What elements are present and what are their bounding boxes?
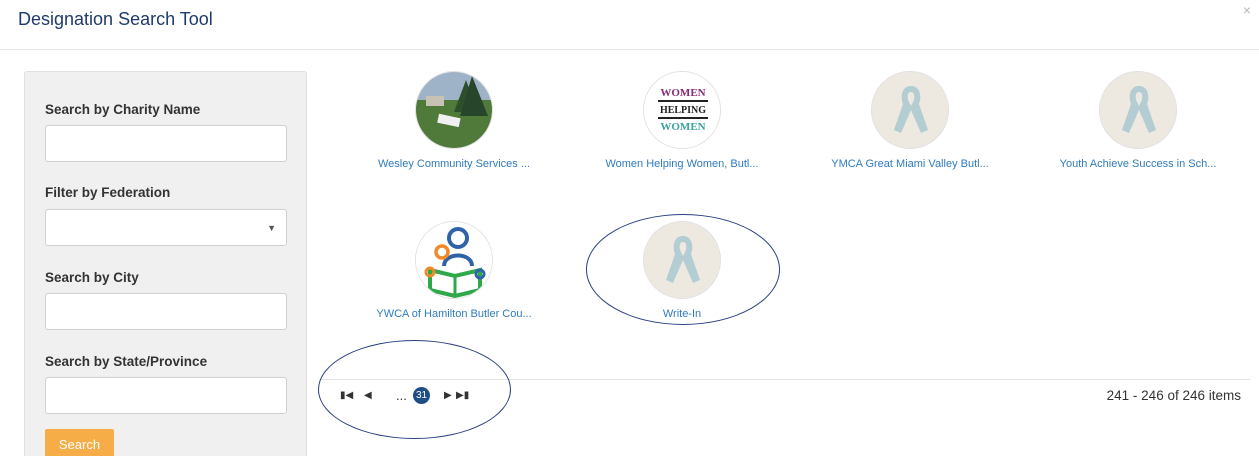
result-tile-label[interactable]: Women Helping Women, Butl... <box>582 158 782 170</box>
logo-line-2: HELPING <box>660 105 706 116</box>
pager-ellipsis[interactable]: ... <box>396 386 407 406</box>
city-label: Search by City <box>45 270 139 285</box>
pager-info: 241 - 246 of 246 items <box>1106 388 1241 403</box>
pager-divider <box>320 379 1250 380</box>
federation-label: Filter by Federation <box>45 185 171 200</box>
charity-name-input[interactable] <box>45 125 287 162</box>
charity-name-label: Search by Charity Name <box>45 102 201 117</box>
city-input[interactable] <box>45 293 287 330</box>
ribbon-icon <box>1099 71 1177 149</box>
next-page-icon[interactable]: ▶ <box>444 386 452 406</box>
charity-photo-icon <box>415 71 493 149</box>
dialog-header: Designation Search Tool × <box>0 0 1259 50</box>
current-page-button[interactable]: 31 <box>413 387 430 404</box>
result-tile-label[interactable]: Wesley Community Services ... <box>354 158 554 170</box>
logo-line-3: WOMEN <box>660 121 705 133</box>
ribbon-icon <box>643 221 721 299</box>
state-input[interactable] <box>45 377 287 414</box>
dialog-title: Designation Search Tool <box>18 9 213 29</box>
logo-line-1: WOMEN <box>660 87 705 99</box>
reading-figures-logo-icon <box>415 221 493 299</box>
last-page-icon[interactable]: ▶▮ <box>456 386 469 406</box>
result-tile-label[interactable]: YWCA of Hamilton Butler Cou... <box>354 308 554 320</box>
close-button[interactable]: × <box>1243 2 1251 18</box>
prev-page-icon[interactable]: ◀ <box>364 386 372 406</box>
result-tile-label[interactable]: Youth Achieve Success in Sch... <box>1038 158 1238 170</box>
first-page-icon[interactable]: ▮◀ <box>340 386 353 406</box>
filter-sidebar: Search by Charity Name Filter by Federat… <box>24 71 307 456</box>
search-button[interactable]: Search <box>45 429 114 456</box>
women-helping-women-logo-icon: WOMEN HELPING WOMEN <box>643 71 721 149</box>
result-tile-label[interactable]: YMCA Great Miami Valley Butl... <box>810 158 1010 170</box>
ribbon-icon <box>871 71 949 149</box>
state-label: Search by State/Province <box>45 354 208 369</box>
caret-down-icon: ▼ <box>267 223 276 233</box>
federation-select[interactable]: ▼ <box>45 209 287 246</box>
result-tile-label[interactable]: Write-In <box>582 308 782 320</box>
